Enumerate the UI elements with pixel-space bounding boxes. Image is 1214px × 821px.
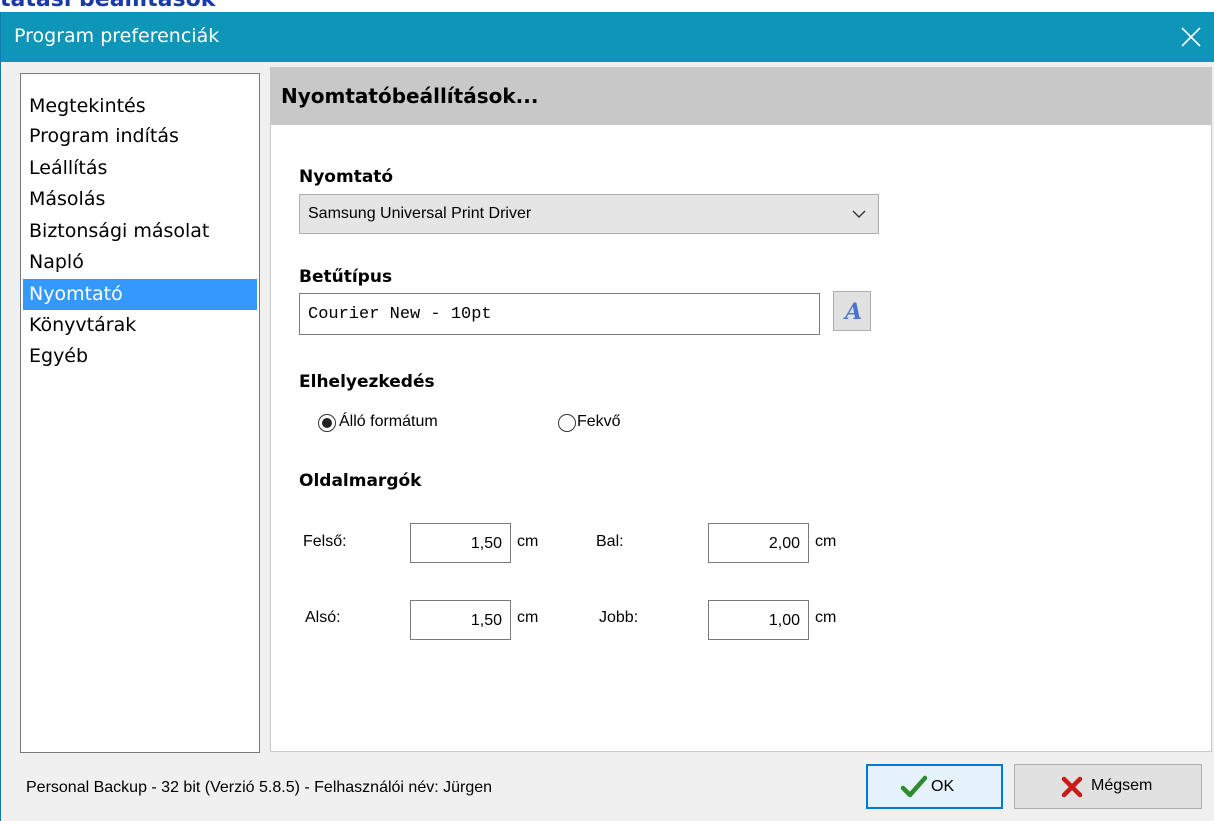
printer-label: Nyomtató [299,167,394,187]
panel-header: Nyomtatóbeállítások... [271,68,1211,125]
margin-bottom-label: Alsó: [305,609,341,626]
font-field[interactable]: Courier New - 10pt [299,293,820,335]
nav-item-megtekintes[interactable]: Megtekintés [23,91,257,122]
window-title: Program preferenciák [14,25,220,47]
orientation-label: Elhelyezkedés [299,372,435,392]
margin-top-input[interactable]: 1,50 [410,523,511,563]
margins-label: Oldalmargók [299,471,422,491]
portrait-radio[interactable] [318,414,336,432]
ok-button-label: OK [931,778,955,795]
font-field-value: Courier New - 10pt [308,305,492,324]
font-icon: A [843,299,862,325]
nav-item-konyvtarak[interactable]: Könyvtárak [23,310,257,341]
margin-right-value: 1,00 [768,612,800,629]
margin-bottom-input[interactable]: 1,50 [410,600,511,640]
margin-bottom-unit: cm [517,609,539,626]
landscape-radio[interactable] [558,414,576,432]
margin-left-value: 2,00 [768,535,800,552]
margin-top-value: 1,50 [470,535,502,552]
font-label: Betűtípus [299,267,393,287]
panel-title: Nyomtatóbeállítások... [281,84,539,108]
checkmark-icon [900,775,928,798]
svg-text:A: A [843,299,862,325]
choose-font-button[interactable]: A [833,291,871,331]
cancel-button-label: Mégsem [1091,777,1153,794]
nav-item-program-inditas[interactable]: Program indítás [23,121,257,152]
nav-item-egyeb[interactable]: Egyéb [23,341,257,372]
margin-bottom-value: 1,50 [470,612,502,629]
margin-top-label: Felső: [303,533,347,550]
background-window-title: tatási beállítások [0,0,215,12]
printer-select-value: Samsung Universal Print Driver [308,205,532,222]
margin-left-label: Bal: [596,533,624,550]
close-icon [1181,27,1201,47]
preferences-dialog: Program preferenciák Megtekintés Program… [0,12,1214,821]
close-button[interactable] [1168,12,1214,62]
margin-left-input[interactable]: 2,00 [708,523,809,563]
margin-right-input[interactable]: 1,00 [708,600,809,640]
landscape-label[interactable]: Fekvő [577,413,621,431]
nav-item-masolas[interactable]: Másolás [23,184,257,215]
nav-item-leallitas[interactable]: Leállítás [23,153,257,184]
portrait-label[interactable]: Álló formátum [339,413,438,431]
nav-item-naplo[interactable]: Napló [23,247,257,278]
settings-category-list[interactable]: Megtekintés Program indítás Leállítás Má… [20,73,260,753]
chevron-down-icon [852,210,866,218]
cancel-button[interactable]: Mégsem [1014,764,1202,809]
margin-left-unit: cm [815,533,837,550]
nav-item-biztonsagi-masolat[interactable]: Biztonsági másolat [23,216,257,247]
radio-selected-dot [322,418,332,428]
margin-right-label: Jobb: [599,609,639,626]
printer-settings-panel: Nyomtatóbeállítások... Nyomtató Samsung … [270,67,1212,752]
nav-item-nyomtato[interactable]: Nyomtató [23,279,257,310]
ok-button[interactable]: OK [866,764,1003,809]
title-bar[interactable]: Program preferenciák [1,12,1214,62]
status-text: Personal Backup - 32 bit (Verzió 5.8.5) … [26,779,493,796]
margin-top-unit: cm [517,533,539,550]
cross-icon [1061,776,1083,798]
printer-select[interactable]: Samsung Universal Print Driver [299,194,879,234]
margin-right-unit: cm [815,609,837,626]
